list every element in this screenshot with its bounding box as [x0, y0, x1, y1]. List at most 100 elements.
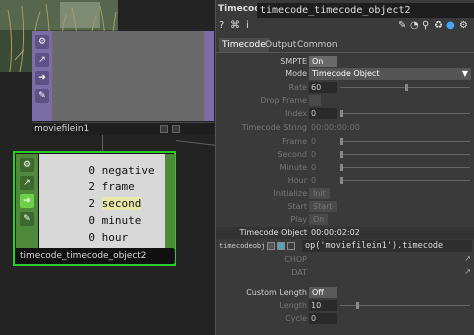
brush-icon[interactable]: ⚲	[422, 20, 429, 31]
gear-icon[interactable]: ⚙	[20, 158, 34, 172]
gear-icon[interactable]: ⚙	[35, 35, 49, 49]
param-second: Second 0	[216, 149, 474, 161]
param-index: Index 0	[216, 108, 474, 120]
second-slider-handle[interactable]	[340, 151, 343, 158]
info-icon[interactable]: i	[246, 20, 249, 31]
expression-field[interactable]: op('moviefilein1').timecode	[302, 240, 472, 252]
pulse-icon[interactable]: ↗	[20, 176, 34, 190]
network-editor[interactable]: ⚙ ↗ ➜ ✎ moviefilein1 ⚙ ↗ ➜ ✎ 0 negative …	[0, 0, 216, 335]
node-output-bar[interactable]	[204, 31, 214, 121]
pulse-icon[interactable]: ↗	[35, 53, 49, 67]
channel-row-frame: 2 frame	[75, 179, 190, 195]
arrow-right-icon[interactable]: ➜	[20, 194, 34, 208]
frame-field[interactable]: 0	[309, 136, 316, 147]
bypass-icon[interactable]: ✎	[35, 89, 49, 103]
param-label: Rate	[288, 83, 307, 92]
timecode-object-value[interactable]: 00:00:02:02	[311, 227, 360, 239]
hour-field[interactable]: 0	[309, 175, 316, 186]
index-slider-handle[interactable]	[340, 110, 343, 117]
clone-icon[interactable]: ♻	[434, 20, 443, 31]
param-rate: Rate 60	[216, 82, 474, 94]
wire	[175, 140, 216, 146]
param-timecodeobj-expression: timecodeobj op('moviefilein1').timecode	[216, 240, 474, 253]
index-field[interactable]: 0	[309, 108, 337, 119]
mode-export-icon[interactable]	[287, 242, 295, 250]
param-custom-length: Custom Length Off	[216, 287, 474, 299]
rate-field[interactable]: 60	[309, 82, 337, 93]
minute-field[interactable]: 0	[309, 162, 316, 173]
dropframe-toggle[interactable]	[309, 95, 321, 106]
python-icon[interactable]: ⌘	[230, 20, 240, 31]
param-label: Custom Length	[246, 288, 307, 297]
param-mode: Mode Timecode Object ▼	[216, 68, 474, 80]
mode-dropdown[interactable]: Timecode Object ▼	[309, 68, 471, 80]
param-label: Index	[284, 109, 307, 118]
channel-row-minute: 0 minute	[75, 213, 190, 229]
hour-slider-handle[interactable]	[340, 177, 343, 184]
channel-name: frame	[101, 180, 135, 193]
param-label: SMPTE	[280, 57, 307, 66]
frame-slider[interactable]	[340, 141, 470, 142]
rate-slider-handle[interactable]	[405, 84, 408, 91]
play-toggle[interactable]: On	[309, 214, 329, 225]
second-field[interactable]: 0	[309, 149, 316, 160]
channel-value: 2	[88, 180, 95, 193]
settings-icon[interactable]: ⚙	[459, 20, 468, 31]
param-label: Mode	[285, 69, 307, 78]
param-tabs: Timecode Output Common	[216, 38, 474, 52]
node-viewer-bg	[52, 31, 207, 121]
param-hour: Hour 0	[216, 175, 474, 187]
tab-common[interactable]: Common	[294, 38, 341, 52]
divider	[216, 52, 474, 53]
param-timecode-object: Timecode Object 00:00:02:02	[216, 227, 474, 239]
param-minute: Minute 0	[216, 162, 474, 174]
node-label[interactable]: moviefilein1	[32, 122, 214, 135]
channel-row-hour: 0 hour	[75, 230, 190, 246]
pencil-icon[interactable]: ✎	[398, 20, 406, 31]
param-label: Play	[290, 215, 307, 224]
param-length: Length 10	[216, 300, 474, 312]
param-label: Second	[277, 150, 307, 159]
viewer-flag-icon[interactable]	[160, 125, 168, 133]
param-dat: DAT ↗	[216, 267, 474, 279]
length-field[interactable]: 10	[309, 300, 337, 311]
display-flag-icon[interactable]	[172, 125, 180, 133]
comment-icon[interactable]: ◔	[410, 20, 419, 31]
timecode-string-field[interactable]: 00:00:00:00	[309, 122, 360, 133]
param-frame: Frame 0	[216, 136, 474, 148]
frame-slider-handle[interactable]	[340, 138, 343, 145]
mode-constant-icon[interactable]	[267, 242, 275, 250]
mode-expression-icon[interactable]	[277, 242, 285, 250]
arrow-right-icon[interactable]: ➜	[35, 71, 49, 85]
second-slider[interactable]	[340, 154, 470, 155]
minute-slider-handle[interactable]	[340, 164, 343, 171]
param-initialize: Initialize Init	[216, 188, 474, 200]
length-slider[interactable]	[340, 305, 470, 306]
op-name-field[interactable]: timecode_timecode_object2	[257, 3, 474, 18]
arrow-icon[interactable]: ↗	[464, 267, 471, 276]
length-slider-handle[interactable]	[356, 302, 359, 309]
init-button[interactable]: Init	[309, 188, 330, 199]
timecode-node[interactable]: ⚙ ↗ ➜ ✎ 0 negative 2 frame 2 second 0 mi…	[13, 151, 176, 266]
param-label: Initialize	[273, 189, 307, 198]
chop-field[interactable]	[309, 254, 311, 265]
bypass-icon[interactable]: ✎	[20, 212, 34, 226]
smpte-toggle[interactable]: On	[309, 56, 337, 67]
arrow-icon[interactable]: ↗	[464, 254, 471, 263]
dat-field[interactable]	[309, 267, 311, 278]
channel-row-negative: 0 negative	[75, 163, 190, 179]
moviefilein-node[interactable]: ⚙ ↗ ➜ ✎ moviefilein1	[32, 31, 214, 135]
node-name: timecode_timecode_object2	[20, 251, 147, 261]
channel-value: 0	[88, 231, 95, 244]
minute-slider[interactable]	[340, 167, 470, 168]
globe-icon[interactable]: ●	[446, 20, 455, 31]
param-label: CHOP	[284, 255, 307, 264]
hour-slider[interactable]	[340, 180, 470, 181]
index-slider[interactable]	[340, 113, 470, 114]
param-start: Start Start	[216, 201, 474, 213]
node-label[interactable]: timecode_timecode_object2	[16, 249, 175, 263]
help-icon[interactable]: ?	[219, 20, 224, 31]
start-button[interactable]: Start	[309, 201, 337, 212]
cycle-field[interactable]: 0	[309, 313, 337, 324]
custom-length-toggle[interactable]: Off	[309, 287, 337, 298]
